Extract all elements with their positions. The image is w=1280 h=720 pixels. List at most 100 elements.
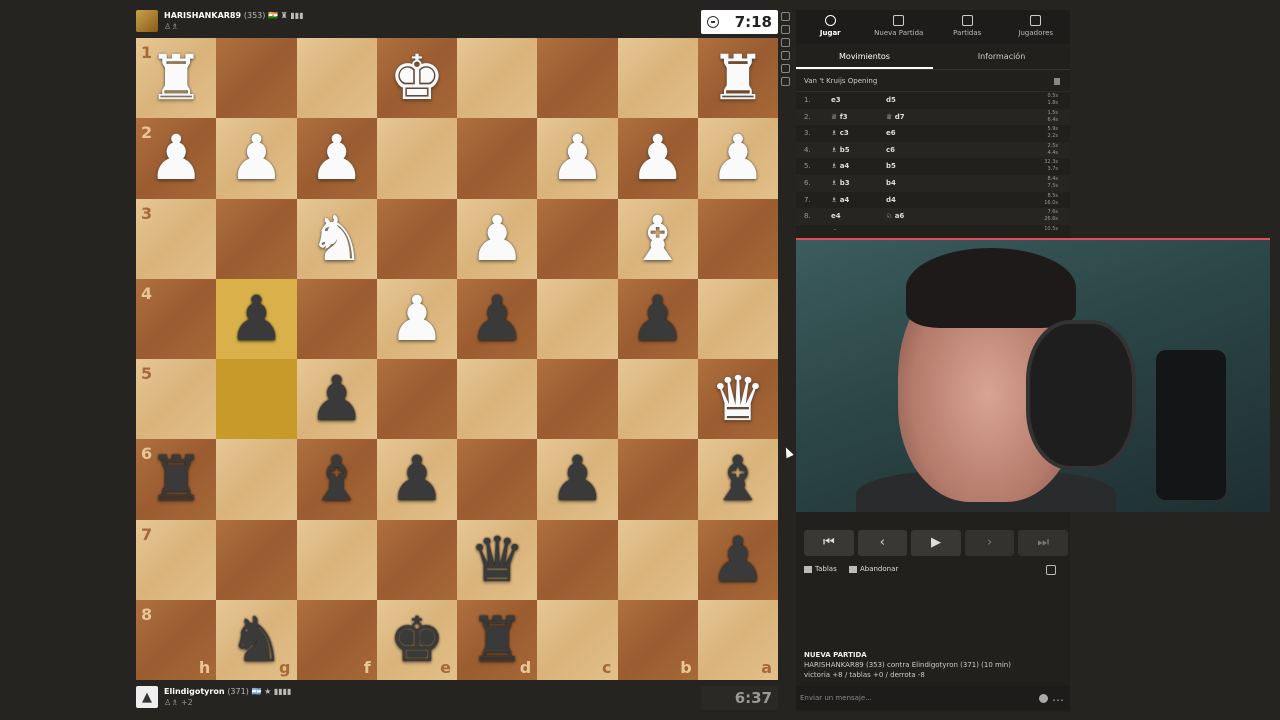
draw-button[interactable]: Tablas [804, 565, 837, 573]
black-move[interactable]: b5 [886, 162, 896, 170]
black-piece[interactable]: ♟ [698, 520, 778, 600]
settings-icon[interactable] [781, 12, 790, 21]
move-row[interactable]: 9. d3 ♘ c5 10.5s [796, 225, 1070, 230]
board-square[interactable]: ♛ [697, 359, 778, 440]
board-square[interactable]: ♛ [457, 519, 538, 600]
black-piece[interactable]: ♞ [216, 600, 296, 680]
black-move[interactable]: ♘ c5 [886, 229, 904, 230]
board-square[interactable]: 8h [136, 599, 217, 680]
black-piece[interactable]: ♜ [457, 600, 537, 680]
black-move[interactable]: e6 [886, 129, 896, 137]
board-square[interactable] [296, 278, 377, 359]
board-square[interactable]: c [537, 599, 618, 680]
white-piece[interactable]: ♟ [698, 118, 778, 198]
white-piece[interactable]: ♛ [698, 359, 778, 439]
white-piece[interactable]: ♚ [377, 38, 457, 118]
board-square[interactable]: f [296, 599, 377, 680]
board-square[interactable]: 4 [136, 278, 217, 359]
board-square[interactable]: ♜ [697, 38, 778, 119]
chess-board[interactable]: 1 ♜ ♚ ♜ 2 ♟ ♟ ♟ ♟ ♟ ♟ 3 ♞ ♟ ♝ 4 ♟ ♟ ♟ ♟ 5 ♟ ♛ 6 ♜ ♝ ♟ ♟ ♝ 7 ♛ ♟ 8 h g ♞ f e ♚ d… [136, 38, 778, 680]
black-piece[interactable]: ♜ [136, 439, 216, 519]
next-move-button[interactable]: › [964, 530, 1015, 556]
board-square[interactable]: ♟ [537, 439, 618, 520]
black-piece[interactable]: ♝ [698, 439, 778, 519]
bottom-player-avatar[interactable]: ▲ [136, 686, 158, 708]
move-row[interactable]: 3. ♗ c3 e6 5.9s 2.2s [796, 125, 1070, 142]
board-square[interactable]: ♟ [617, 118, 698, 199]
resign-button[interactable]: Abandonar [848, 565, 898, 573]
tab-moves[interactable]: Movimientos [796, 44, 933, 69]
board-square[interactable] [376, 359, 457, 440]
black-piece[interactable]: ♟ [457, 279, 537, 359]
white-piece[interactable]: ♟ [377, 279, 457, 359]
board-square[interactable]: 3 [136, 198, 217, 279]
move-list[interactable]: 1. e3 d5 0.5s 1.8s 2. ♕ f3 ♕ d7 1.5s 6.4s 3. ♗ c3 e6… [796, 92, 1070, 230]
board-square[interactable] [457, 118, 538, 199]
top-player-avatar[interactable] [136, 10, 158, 32]
board-square[interactable]: ♟ [697, 118, 778, 199]
board-square[interactable] [296, 519, 377, 600]
white-move[interactable]: e4 [831, 212, 841, 220]
move-row[interactable]: 8. e4 ♘ a6 7.6s 26.6s [796, 208, 1070, 225]
first-move-button[interactable]: ⏮ [804, 530, 854, 556]
white-piece[interactable]: ♟ [216, 118, 296, 198]
board-square[interactable]: ♝ [697, 439, 778, 520]
nav-new-game[interactable]: Nueva Partida [865, 10, 934, 44]
black-move[interactable]: ♘ a6 [886, 212, 904, 220]
white-piece[interactable]: ♜ [136, 38, 216, 118]
flip-board-icon[interactable] [781, 64, 790, 73]
board-square[interactable] [617, 359, 698, 440]
last-move-button[interactable]: ⏭ [1018, 530, 1068, 556]
board-square[interactable] [537, 519, 618, 600]
board-square[interactable]: ♟ [457, 198, 538, 279]
black-move[interactable]: d5 [886, 96, 896, 104]
top-player-name[interactable]: HARISHANKAR89 (353) 🇮🇳 ♜ ▮▮▮ [164, 11, 304, 20]
board-square[interactable] [216, 359, 297, 440]
board-square[interactable]: d ♜ [457, 599, 538, 680]
board-square[interactable]: 1 ♜ [136, 38, 217, 119]
board-square[interactable] [697, 198, 778, 279]
white-piece[interactable]: ♟ [537, 118, 617, 198]
black-move[interactable]: d4 [886, 196, 896, 204]
board-square[interactable] [216, 38, 297, 119]
board-square[interactable]: ♚ [376, 38, 457, 119]
black-move[interactable]: b4 [886, 179, 896, 187]
board-square[interactable]: ♟ [216, 278, 297, 359]
white-move[interactable]: ♗ b5 [831, 146, 850, 154]
white-piece[interactable]: ♟ [618, 118, 698, 198]
board-square[interactable]: b [617, 599, 698, 680]
board-square[interactable] [697, 278, 778, 359]
white-piece[interactable]: ♝ [618, 199, 698, 279]
move-row[interactable]: 5. ♗ a4 b5 32.3s 3.7s [796, 158, 1070, 175]
board-square[interactable] [296, 38, 377, 119]
board-square[interactable]: ♟ [537, 118, 618, 199]
nav-play[interactable]: Jugar [796, 10, 865, 44]
move-row[interactable]: 2. ♕ f3 ♕ d7 1.5s 6.4s [796, 108, 1070, 126]
white-piece[interactable]: ♜ [698, 38, 778, 118]
board-square[interactable] [457, 359, 538, 440]
board-square[interactable]: ♝ [617, 198, 698, 279]
nav-players[interactable]: Jugadores [1002, 10, 1071, 44]
board-square[interactable] [617, 519, 698, 600]
board-square[interactable] [537, 278, 618, 359]
emoji-icon[interactable] [1039, 694, 1048, 703]
expand-icon[interactable] [781, 38, 790, 47]
chat-input[interactable]: Enviar un mensaje... ⋯ [796, 686, 1070, 710]
black-piece[interactable]: ♟ [618, 279, 698, 359]
white-move[interactable]: ♗ c3 [831, 129, 849, 137]
move-row[interactable]: 4. ♗ b5 c6 2.5s 4.4s [796, 141, 1070, 159]
book-icon[interactable] [1054, 78, 1060, 85]
board-square[interactable]: 7 [136, 519, 217, 600]
white-move[interactable]: e3 [831, 96, 841, 104]
board-square[interactable]: ♟ [296, 359, 377, 440]
white-move[interactable]: d3 [831, 229, 841, 230]
flip-icon[interactable] [1046, 565, 1056, 575]
move-row[interactable]: 6. ♗ b3 b4 8.4s 7.5s [796, 174, 1070, 192]
board-square[interactable]: ♟ [457, 278, 538, 359]
board-square[interactable]: 2 ♟ [136, 118, 217, 199]
board-square[interactable] [457, 439, 538, 520]
black-move[interactable]: ♕ d7 [886, 113, 905, 121]
move-row[interactable]: 1. e3 d5 0.5s 1.8s [796, 92, 1070, 109]
board-square[interactable]: ♟ [216, 118, 297, 199]
board-square[interactable] [617, 439, 698, 520]
